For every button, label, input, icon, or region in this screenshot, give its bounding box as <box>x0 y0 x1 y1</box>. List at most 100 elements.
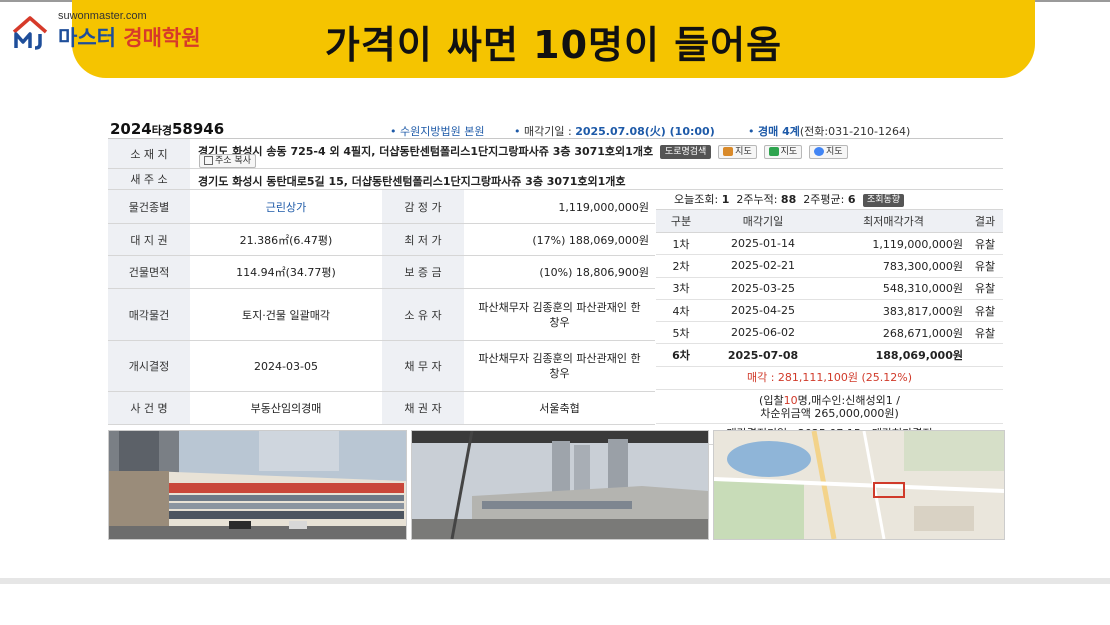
view-stats: 오늘조회: 1 2주누적: 88 2주평균: 6 조회동향 <box>656 190 1003 210</box>
type-value: 근린상가 <box>265 200 307 214</box>
info-row: 사 건 명 부동산임의경매 채 권 자 서울축협 <box>108 392 655 425</box>
creditor-label: 채 권 자 <box>382 392 464 424</box>
deposit-label: 보 증 금 <box>382 256 464 288</box>
round-date: 2025-04-25 <box>706 299 820 323</box>
sale-item-value: 토지·건물 일괄매각 <box>242 308 330 322</box>
header-date: 매각기일 <box>706 210 820 233</box>
round-no: 2차 <box>656 254 706 278</box>
info-row: 개시결정 2024-03-05 채 무 자 파산채무자 김종훈의 파산관재인 한… <box>108 341 655 392</box>
land-value: 21.386㎡(6.47평) <box>239 233 333 247</box>
map1-icon <box>723 147 734 156</box>
round-result: 유찰 <box>967 232 1003 256</box>
building-photo-2 <box>411 430 709 540</box>
round-row-current: 6차 2025-07-08 188,069,000원 <box>656 343 1003 367</box>
case-header: 2024타경58946 • 수원지방법원 본원 • 매각기일 : 2025.07… <box>108 118 1003 139</box>
location-map <box>713 430 1005 540</box>
map-button-2[interactable]: 지도 <box>763 145 803 159</box>
sale-item-label: 매각물건 <box>108 289 190 340</box>
auction-history-panel: 오늘조회: 1 2주누적: 88 2주평균: 6 조회동향 구분 매각기일 최저… <box>656 190 1003 445</box>
info-row: 대 지 권 21.386㎡(6.47평) 최 저 가 (17%) 188,069… <box>108 224 655 256</box>
round-row: 3차 2025-03-25 548,310,000원 유찰 <box>656 277 1003 300</box>
type-label: 물건종별 <box>108 190 190 223</box>
header-result: 결과 <box>967 210 1003 233</box>
appraisal-label: 감 정 가 <box>382 190 464 223</box>
building-photo-1 <box>108 430 407 540</box>
rounds-header-row: 구분 매각기일 최저매각가격 결과 <box>656 210 1003 233</box>
start-decision-value: 2024-03-05 <box>254 359 318 373</box>
round-result: 유찰 <box>967 321 1003 345</box>
court-dept: • 경매 4계(전화:031-210-1264) <box>748 125 911 138</box>
round-no: 6차 <box>656 343 706 367</box>
round-row: 1차 2025-01-14 1,119,000,000원 유찰 <box>656 232 1003 256</box>
map2-icon <box>768 147 779 156</box>
new-address-label: 새 주 소 <box>108 169 190 189</box>
creditor-value: 서울축협 <box>539 402 580 415</box>
copy-address-button[interactable]: 주소 복사 <box>199 154 256 168</box>
round-no: 3차 <box>656 277 706 300</box>
round-date: 2025-07-08 <box>706 343 820 367</box>
min-price-label: 최 저 가 <box>382 224 464 255</box>
logo-house-icon <box>12 16 48 50</box>
round-row: 4차 2025-04-25 383,817,000원 유찰 <box>656 299 1003 323</box>
land-label: 대 지 권 <box>108 224 190 255</box>
map-button-3[interactable]: 지도 <box>808 145 848 159</box>
auction-case-panel: 2024타경58946 • 수원지방법원 본원 • 매각기일 : 2025.07… <box>108 118 1003 445</box>
address-line: 경기도 화성시 송동 725-4 외 4필지, 더샵동탄센텀폴리스1단지그랑파사… <box>198 143 848 159</box>
header-price: 최저매각가격 <box>820 210 967 233</box>
round-no: 1차 <box>656 232 706 256</box>
start-decision-label: 개시결정 <box>108 341 190 391</box>
round-price: 383,817,000원 <box>820 299 967 323</box>
bidder-count: 10 <box>783 393 798 407</box>
road-search-button[interactable]: 도로명검색 <box>659 145 712 159</box>
round-row: 5차 2025-06-02 268,671,000원 유찰 <box>656 321 1003 345</box>
round-date: 2025-03-25 <box>706 277 820 300</box>
round-result: 유찰 <box>967 299 1003 323</box>
round-price: 1,119,000,000원 <box>820 232 967 256</box>
round-row: 2차 2025-02-21 783,300,000원 유찰 <box>656 254 1003 278</box>
info-row: 건물면적 114.94㎡(34.77평) 보 증 금 (10%) 18,806,… <box>108 256 655 289</box>
case-name-label: 사 건 명 <box>108 392 190 424</box>
academy-logo: suwonmaster.com 마스터 경매학원 <box>10 8 230 58</box>
case-name-value: 부동산임의경매 <box>250 402 322 415</box>
round-result: 유찰 <box>967 277 1003 300</box>
min-price-value: (17%) 188,069,000원 <box>532 233 649 247</box>
logo-url: suwonmaster.com <box>58 10 147 22</box>
view-trend-button[interactable]: 조회동향 <box>862 193 905 207</box>
owner-value: 파산채무자 김종훈의 파산관재인 한창우 <box>478 300 641 329</box>
round-no: 5차 <box>656 321 706 345</box>
court-name: • 수원지방법원 본원 <box>390 125 485 138</box>
sold-price: 매각 : 281,111,100원 (25.12%) <box>656 367 1003 390</box>
round-date: 2025-01-14 <box>706 232 820 256</box>
appraisal-value: 1,119,000,000원 <box>558 200 649 214</box>
auction-rounds-table: 구분 매각기일 최저매각가격 결과 1차 2025-01-14 1,119,000,… <box>656 210 1003 367</box>
google-icon <box>813 147 824 156</box>
info-row: 매각물건 토지·건물 일괄매각 소 유 자 파산채무자 김종훈의 파산관재인 한… <box>108 289 655 341</box>
round-date: 2025-06-02 <box>706 321 820 345</box>
bottom-divider <box>0 578 1110 584</box>
round-price: 783,300,000원 <box>820 254 967 278</box>
map-button-1[interactable]: 지도 <box>718 145 757 159</box>
debtor-label: 채 무 자 <box>382 341 464 391</box>
building-area-label: 건물면적 <box>108 256 190 288</box>
building-area-value: 114.94㎡(34.77평) <box>236 266 336 279</box>
round-price: 548,310,000원 <box>820 277 967 300</box>
case-number: 2024타경58946 <box>110 120 225 138</box>
info-row: 물건종별 근린상가 감 정 가 1,119,000,000원 <box>108 190 655 224</box>
round-result <box>967 343 1003 367</box>
round-date: 2025-02-21 <box>706 254 820 278</box>
round-no: 4차 <box>656 299 706 323</box>
round-price: 188,069,000원 <box>820 343 967 367</box>
round-result: 유찰 <box>967 254 1003 278</box>
header-round: 구분 <box>656 210 706 233</box>
copy-row: 주소 복사 <box>196 154 256 168</box>
round-price: 268,671,000원 <box>820 321 967 345</box>
logo-name: 마스터 경매학원 <box>58 26 201 50</box>
copy-icon <box>204 156 213 165</box>
address-label: 소 재 지 <box>108 139 190 168</box>
deposit-value: (10%) 18,806,900원 <box>539 266 649 279</box>
address-row: 소 재 지 경기도 화성시 송동 725-4 외 4필지, 더샵동탄센텀폴리스1… <box>108 139 1003 169</box>
owner-label: 소 유 자 <box>382 289 464 340</box>
sale-date: • 매각기일 : 2025.07.08(火) (10:00) <box>514 125 715 138</box>
new-address-row: 새 주 소 경기도 화성시 동탄대로5길 15, 더샵동탄센텀폴리스1단지그랑파… <box>108 169 1003 190</box>
bid-info: (입찰10명,매수인:신해성외1 / 차순위금액 265,000,000원) <box>656 390 1003 424</box>
